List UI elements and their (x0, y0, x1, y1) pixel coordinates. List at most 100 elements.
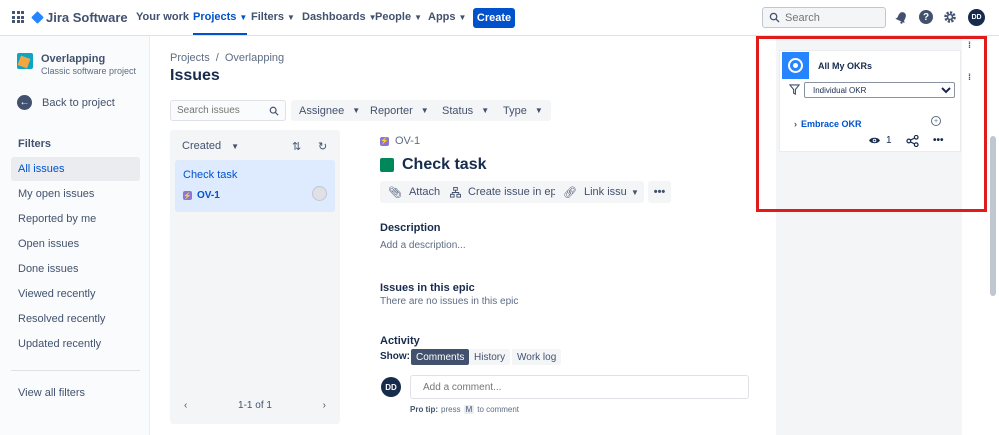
add-circle-icon[interactable]: + (931, 116, 941, 126)
reporter-dropdown[interactable]: Reporter ▼ (362, 100, 437, 121)
project-sidebar: Overlapping Classic software project ← B… (0, 36, 150, 435)
more-options-icon[interactable]: ••• (933, 135, 944, 146)
filter-done-issues[interactable]: Done issues (11, 257, 140, 281)
epic-issues-empty: There are no issues in this epic (380, 296, 519, 307)
chevron-down-icon: ▼ (631, 187, 639, 197)
nav-people[interactable]: People ▼ (375, 11, 422, 23)
detail-issue-key[interactable]: ⚡ OV-1 (380, 135, 420, 147)
create-button[interactable]: Create (473, 8, 515, 28)
scrollbar-thumb[interactable] (990, 136, 996, 296)
chevron-down-icon: ▼ (231, 141, 240, 151)
chevron-down-icon: ▼ (287, 12, 295, 22)
issue-summary[interactable]: Check task (402, 156, 487, 174)
panel-collapse-icon[interactable]: ⁞ (968, 40, 971, 50)
back-label: Back to project (42, 96, 115, 109)
project-name: Overlapping (41, 53, 106, 65)
breadcrumb-project[interactable]: Overlapping (225, 52, 284, 64)
dropdown-label: Type (503, 104, 527, 117)
issue-key: OV-1 (197, 190, 220, 201)
help-icon[interactable]: ? (919, 10, 933, 24)
assignee-dropdown[interactable]: Assignee ▼ (291, 100, 369, 121)
breadcrumb-separator: / (215, 52, 219, 64)
okr-title: All My OKRs (818, 61, 873, 71)
prev-page-icon[interactable]: ‹ (184, 400, 187, 411)
pagination: ‹ 1-1 of 1 › (170, 400, 340, 411)
nav-label: People (375, 11, 412, 23)
type-dropdown[interactable]: Type ▼ (495, 100, 551, 121)
comment-field[interactable] (410, 375, 749, 399)
description-placeholder[interactable]: Add a description... (380, 240, 466, 251)
nav-dashboards[interactable]: Dashboards ▼ (302, 11, 377, 23)
okr-item-embrace[interactable]: › Embrace OKR (794, 119, 862, 129)
settings-gear-icon[interactable] (943, 10, 957, 24)
back-to-project-link[interactable]: ← Back to project (17, 95, 115, 110)
pager-label: 1-1 of 1 (238, 400, 272, 411)
more-actions-icon[interactable]: ••• (648, 181, 671, 203)
panel-collapse-icon[interactable]: ⁞ (968, 72, 971, 82)
pro-tip: Pro tip: press M to comment (410, 405, 519, 414)
user-avatar[interactable]: DD (968, 9, 985, 26)
nav-label: Filters (251, 11, 285, 23)
nav-apps[interactable]: Apps ▼ (428, 11, 466, 23)
link-issue-button[interactable]: 🔗︎ Link issue (555, 181, 637, 203)
next-page-icon[interactable]: › (323, 400, 326, 411)
logo-text: Jira Software (46, 10, 128, 25)
search-issues-field[interactable] (170, 100, 286, 121)
sort-label: Created (182, 140, 222, 152)
attach-button[interactable]: 📎︎ Attach (380, 181, 449, 203)
activity-heading: Activity (380, 335, 420, 347)
pro-tip-press: press (441, 405, 461, 414)
nav-projects[interactable]: Projects ▼ (193, 11, 248, 35)
breadcrumb-projects[interactable]: Projects (170, 52, 210, 64)
unassigned-avatar-icon (312, 186, 327, 201)
refresh-icon[interactable]: ↻ (318, 140, 327, 153)
search-issues-input[interactable] (177, 105, 267, 116)
chevron-down-icon: ▼ (481, 106, 490, 115)
create-in-epic-label: Create issue in epic (468, 186, 565, 198)
filter-open-issues[interactable]: Open issues (11, 232, 140, 256)
filter-resolved-recently[interactable]: Resolved recently (11, 307, 140, 331)
view-all-filters-link[interactable]: View all filters (11, 381, 140, 405)
okr-type-select[interactable]: Individual OKR (804, 82, 955, 98)
notifications-icon[interactable] (894, 10, 908, 24)
description-heading: Description (380, 222, 441, 234)
global-search-input[interactable] (785, 11, 875, 24)
filter-reported-by-me[interactable]: Reported by me (11, 207, 140, 231)
issue-list-panel: Created ▼ ⇅ ↻ Check task ⚡ OV-1 ‹ 1-1 of… (170, 130, 340, 424)
top-navigation: Jira Software Your work Projects ▼ Filter… (0, 0, 999, 36)
global-search[interactable] (762, 7, 886, 28)
filter-my-open-issues[interactable]: My open issues (11, 182, 140, 206)
sort-order-icon[interactable]: ⇅ (292, 140, 301, 153)
issue-card[interactable]: Check task ⚡ OV-1 (175, 160, 335, 212)
breadcrumb: Projects / Overlapping (170, 52, 284, 64)
status-dropdown[interactable]: Status ▼ (434, 100, 498, 121)
nav-your-work[interactable]: Your work (136, 11, 189, 23)
share-icon[interactable] (906, 135, 919, 147)
tab-work-log[interactable]: Work log (512, 349, 562, 365)
commenter-avatar: DD (381, 377, 401, 397)
dropdown-label: Status (442, 104, 474, 117)
jira-logo[interactable]: Jira Software (31, 10, 128, 25)
create-issue-in-epic-button[interactable]: Create issue in epic (442, 181, 573, 203)
tab-history[interactable]: History (469, 349, 511, 365)
watchers[interactable]: 1 (868, 135, 892, 146)
watcher-count: 1 (886, 135, 892, 146)
filter-all-issues[interactable]: All issues (11, 157, 140, 181)
pro-tip-suffix: to comment (477, 405, 520, 414)
app-switcher-icon[interactable] (12, 11, 24, 23)
tab-comments[interactable]: Comments (411, 349, 470, 365)
chevron-down-icon: ▼ (352, 106, 361, 115)
nav-label: Projects (193, 11, 237, 23)
nav-filters[interactable]: Filters ▼ (251, 11, 295, 23)
filter-viewed-recently[interactable]: Viewed recently (11, 282, 140, 306)
filter-updated-recently[interactable]: Updated recently (11, 332, 140, 356)
chevron-down-icon: ▼ (239, 12, 248, 22)
eye-icon (869, 137, 880, 144)
link-issue-dropdown[interactable]: ▼ (626, 181, 644, 203)
attach-label: Attach (408, 186, 441, 198)
sort-dropdown[interactable]: Created ▼ (182, 140, 239, 152)
comment-input[interactable] (423, 381, 723, 393)
epic-issues-heading: Issues in this epic (380, 282, 475, 294)
chevron-right-icon[interactable]: › (794, 119, 797, 129)
project-header[interactable]: Overlapping Classic software project (17, 53, 136, 76)
